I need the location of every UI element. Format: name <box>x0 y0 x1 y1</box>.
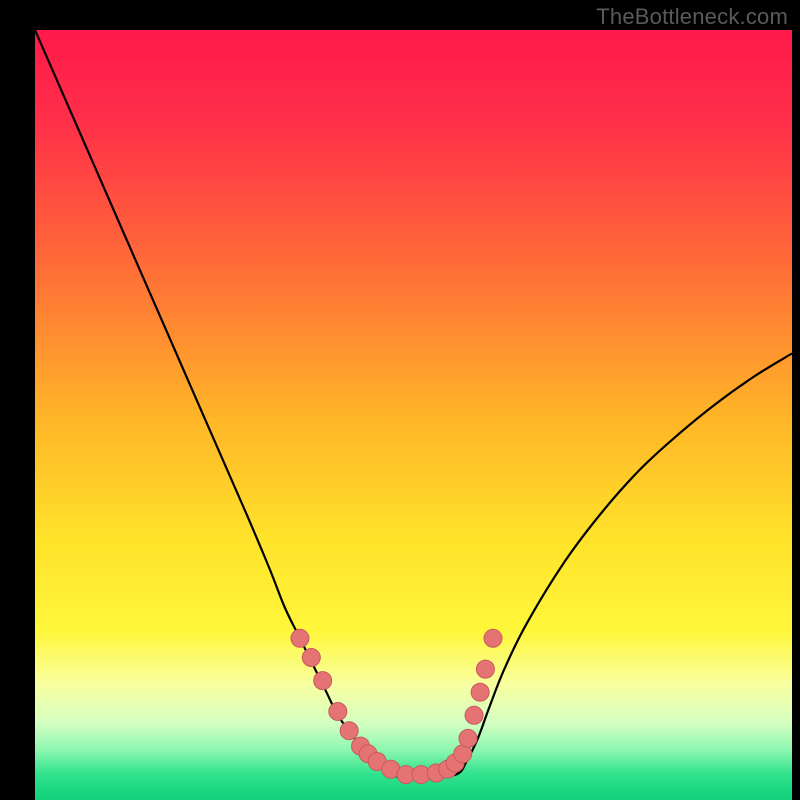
watermark-text: TheBottleneck.com <box>596 4 788 30</box>
marker-dot <box>459 729 477 747</box>
marker-dot <box>329 702 347 720</box>
marker-dot <box>465 706 483 724</box>
marker-dot <box>476 660 494 678</box>
marker-dot <box>302 649 320 667</box>
gradient-background <box>35 30 792 800</box>
marker-dot <box>314 672 332 690</box>
chart-svg <box>35 30 792 800</box>
marker-dot <box>291 629 309 647</box>
marker-dot <box>484 629 502 647</box>
plot-area <box>35 30 792 800</box>
marker-dot <box>471 683 489 701</box>
marker-dot <box>340 722 358 740</box>
chart-frame: TheBottleneck.com <box>0 0 800 800</box>
